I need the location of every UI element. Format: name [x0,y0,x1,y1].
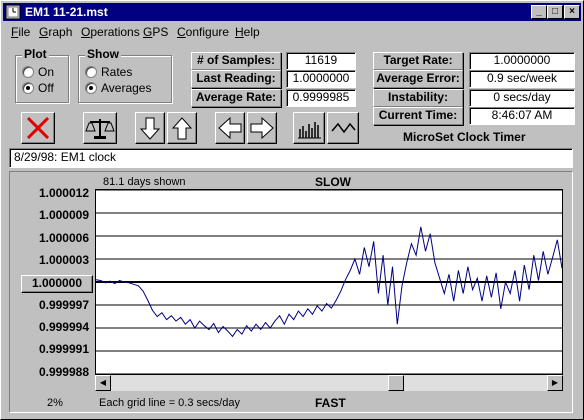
arrow-down-icon [139,117,161,140]
scroll-left-arrow-icon[interactable]: ◀ [95,375,111,391]
average-error-value: 0.9 sec/week [469,70,575,88]
menu-gps-rest: PS [152,25,169,39]
samples-label: # of Samples: [191,52,281,70]
note-field[interactable]: 8/29/98: EM1 clock [9,148,573,168]
scroll-left-button[interactable] [215,112,245,144]
radio-dot [22,66,34,78]
y-tick-label: 0.999988 [38,365,89,379]
fast-label: FAST [315,396,346,410]
y-tick-label: 0.999991 [38,342,89,356]
plot-group-label: Plot [22,47,49,61]
delete-button[interactable] [21,112,55,144]
y-tick-label: 0.999997 [38,298,89,312]
scroll-right-arrow-icon[interactable]: ▶ [547,375,563,391]
average-rate-label: Average Rate: [191,89,281,107]
line-view-button[interactable] [327,112,359,144]
arrow-right-icon [250,116,274,140]
slow-label: SLOW [315,175,351,189]
scroll-right-button[interactable] [247,112,277,144]
scales-icon [85,119,115,139]
app-window: EM1 11-21.mst _ □ × File Graph Operation… [0,0,584,420]
scroll-up-button[interactable] [167,112,197,144]
red-x-icon [26,116,50,140]
reference-rate-button[interactable]: 1.000000 [21,275,93,293]
average-rate-value: 0.9999985 [286,89,356,107]
bar-view-button[interactable] [293,112,325,144]
maximize-button[interactable]: □ [547,5,563,19]
instability-value: 0 secs/day [469,89,575,107]
current-time-label: Current Time: [373,107,463,125]
menu-gps[interactable]: GPS [143,25,168,39]
show-rates-radio[interactable]: Rates [85,65,132,79]
rate-plot-svg [95,189,563,375]
plot-on-radio[interactable]: On [22,65,54,79]
show-group: Show Rates Averages [78,47,172,103]
menu-operations[interactable]: Operations [81,25,140,39]
app-name-label: MicroSet Clock Timer [403,130,526,144]
bar-chart-icon [298,122,321,139]
menu-configure[interactable]: Configure [177,25,229,39]
grid-note: Each grid line = 0.3 secs/day [99,397,240,409]
menu-configure-rest: onfigure [185,25,230,39]
current-time-value: 8:46:07 AM [469,107,575,125]
scroll-thumb[interactable] [388,375,405,391]
menu-file-rest: ile [18,25,31,39]
last-reading-value: 1.0000000 [286,70,356,88]
menu-help-rest: elp [243,25,260,39]
radio-dot-selected [85,82,97,94]
y-tick-label: 0.999994 [38,320,89,334]
title-bar[interactable]: EM1 11-21.mst _ □ × [3,3,581,21]
menu-file[interactable]: File [11,25,30,39]
plot-off-radio[interactable]: Off [22,81,54,95]
menu-graph[interactable]: Graph [39,25,72,39]
y-tick-label: 1.000012 [38,186,89,200]
menu-bar: File Graph Operations GPS Configure Help [3,22,581,41]
zoom-label: 2% [47,397,63,409]
plot-group: Plot On Off [15,47,69,103]
show-averages-radio[interactable]: Averages [85,81,151,95]
target-rate-value: 1.0000000 [469,52,575,70]
radio-dot-selected [22,82,34,94]
days-shown-label: 81.1 days shown [103,176,186,188]
average-error-label: Average Error: [373,70,463,88]
show-group-label: Show [85,47,121,61]
arrow-up-icon [171,117,193,140]
y-tick-label: 1.000006 [38,231,89,245]
last-reading-label: Last Reading: [191,70,281,88]
close-button[interactable]: × [564,5,580,19]
arrow-left-icon [218,116,242,140]
balance-button[interactable] [83,112,117,144]
samples-value: 11619 [286,52,356,70]
minimize-button[interactable]: _ [531,5,547,19]
radio-dot [85,66,97,78]
graph-scrollbar[interactable]: ◀ ▶ [95,375,563,391]
menu-graph-rest: raph [48,25,73,39]
menu-operations-rest: perations [90,25,140,39]
menu-help[interactable]: Help [235,25,260,39]
rate-plot[interactable] [95,189,563,375]
instability-label: Instability: [373,89,463,107]
y-tick-label: 1.000009 [38,208,89,222]
y-tick-label: 1.000003 [38,253,89,267]
line-chart-icon [331,122,356,134]
window-title: EM1 11-21.mst [25,5,108,19]
target-rate-label: Target Rate: [373,52,463,70]
scroll-down-button[interactable] [135,112,165,144]
clock-app-icon[interactable] [5,4,21,20]
